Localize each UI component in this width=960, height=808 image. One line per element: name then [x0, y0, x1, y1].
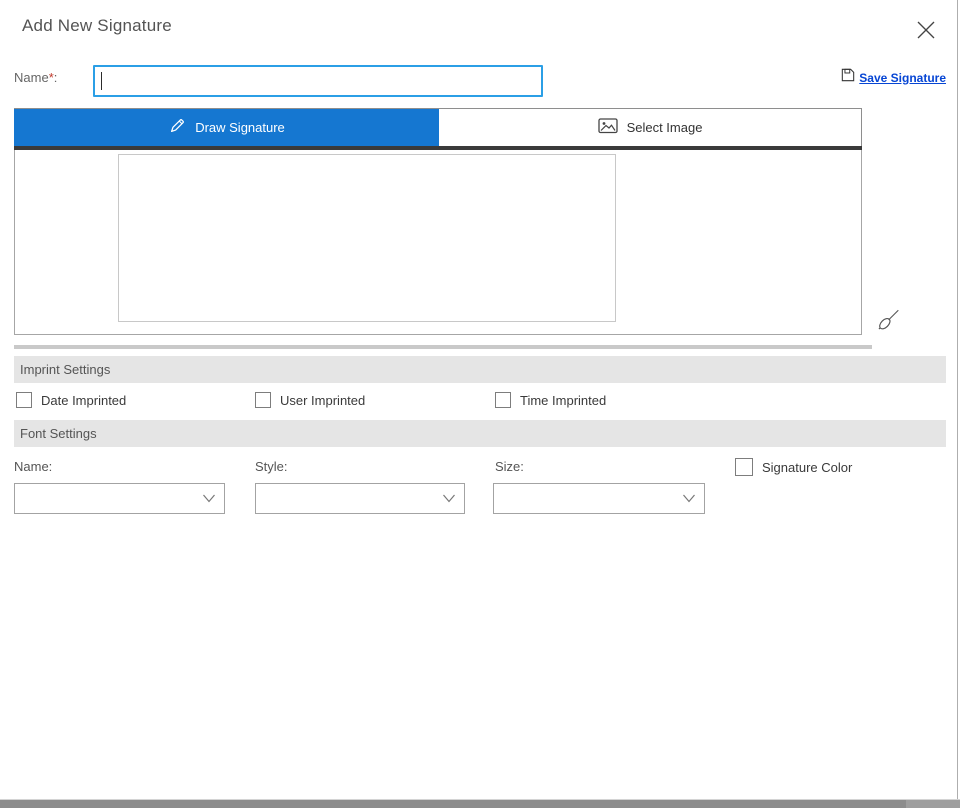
font-name-select[interactable]	[14, 483, 225, 514]
font-size-label: Size:	[495, 459, 524, 474]
chevron-down-icon	[682, 491, 696, 506]
right-window-edge	[957, 0, 958, 800]
date-imprinted-checkbox[interactable]: Date Imprinted	[16, 390, 126, 410]
signature-color-checkbox[interactable]: Signature Color	[735, 456, 852, 478]
close-icon	[915, 19, 937, 46]
clear-canvas-button[interactable]	[872, 308, 902, 338]
font-size-select[interactable]	[493, 483, 705, 514]
close-button[interactable]	[913, 19, 939, 45]
bottom-window-bar	[0, 800, 960, 808]
pencil-icon	[168, 117, 186, 138]
checkbox-icon	[735, 458, 753, 476]
chevron-down-icon	[442, 491, 456, 506]
signature-canvas[interactable]	[118, 154, 616, 322]
checkbox-icon	[16, 392, 32, 408]
tab-draw-signature[interactable]: Draw Signature	[14, 108, 439, 146]
checkbox-icon	[255, 392, 271, 408]
chevron-down-icon	[202, 491, 216, 506]
signature-color-label: Signature Color	[762, 460, 852, 475]
user-imprinted-label: User Imprinted	[280, 393, 365, 408]
dialog-title: Add New Signature	[22, 16, 172, 36]
user-imprinted-checkbox[interactable]: User Imprinted	[255, 390, 365, 410]
signature-name-input[interactable]	[93, 65, 543, 97]
brush-icon	[873, 307, 901, 340]
save-signature-label: Save Signature	[859, 71, 946, 85]
tab-draw-label: Draw Signature	[195, 120, 285, 135]
name-field-label: Name*:	[14, 70, 57, 85]
text-caret	[101, 72, 102, 90]
font-settings-header: Font Settings	[14, 420, 946, 447]
font-style-label: Style:	[255, 459, 288, 474]
tab-select-image[interactable]: Select Image	[439, 108, 862, 146]
date-imprinted-label: Date Imprinted	[41, 393, 126, 408]
time-imprinted-checkbox[interactable]: Time Imprinted	[495, 390, 606, 410]
imprint-settings-header: Imprint Settings	[14, 356, 946, 383]
checkbox-icon	[495, 392, 511, 408]
font-style-select[interactable]	[255, 483, 465, 514]
time-imprinted-label: Time Imprinted	[520, 393, 606, 408]
tab-select-label: Select Image	[627, 120, 703, 135]
add-signature-dialog: Add New Signature Name*: Save Signature	[0, 0, 960, 808]
font-name-label: Name:	[14, 459, 52, 474]
bottom-bar-segment	[906, 800, 960, 808]
save-signature-button[interactable]: Save Signature	[841, 68, 946, 87]
floppy-disk-icon	[841, 68, 855, 87]
horizontal-scrollbar[interactable]	[14, 345, 872, 349]
image-icon	[598, 118, 618, 137]
